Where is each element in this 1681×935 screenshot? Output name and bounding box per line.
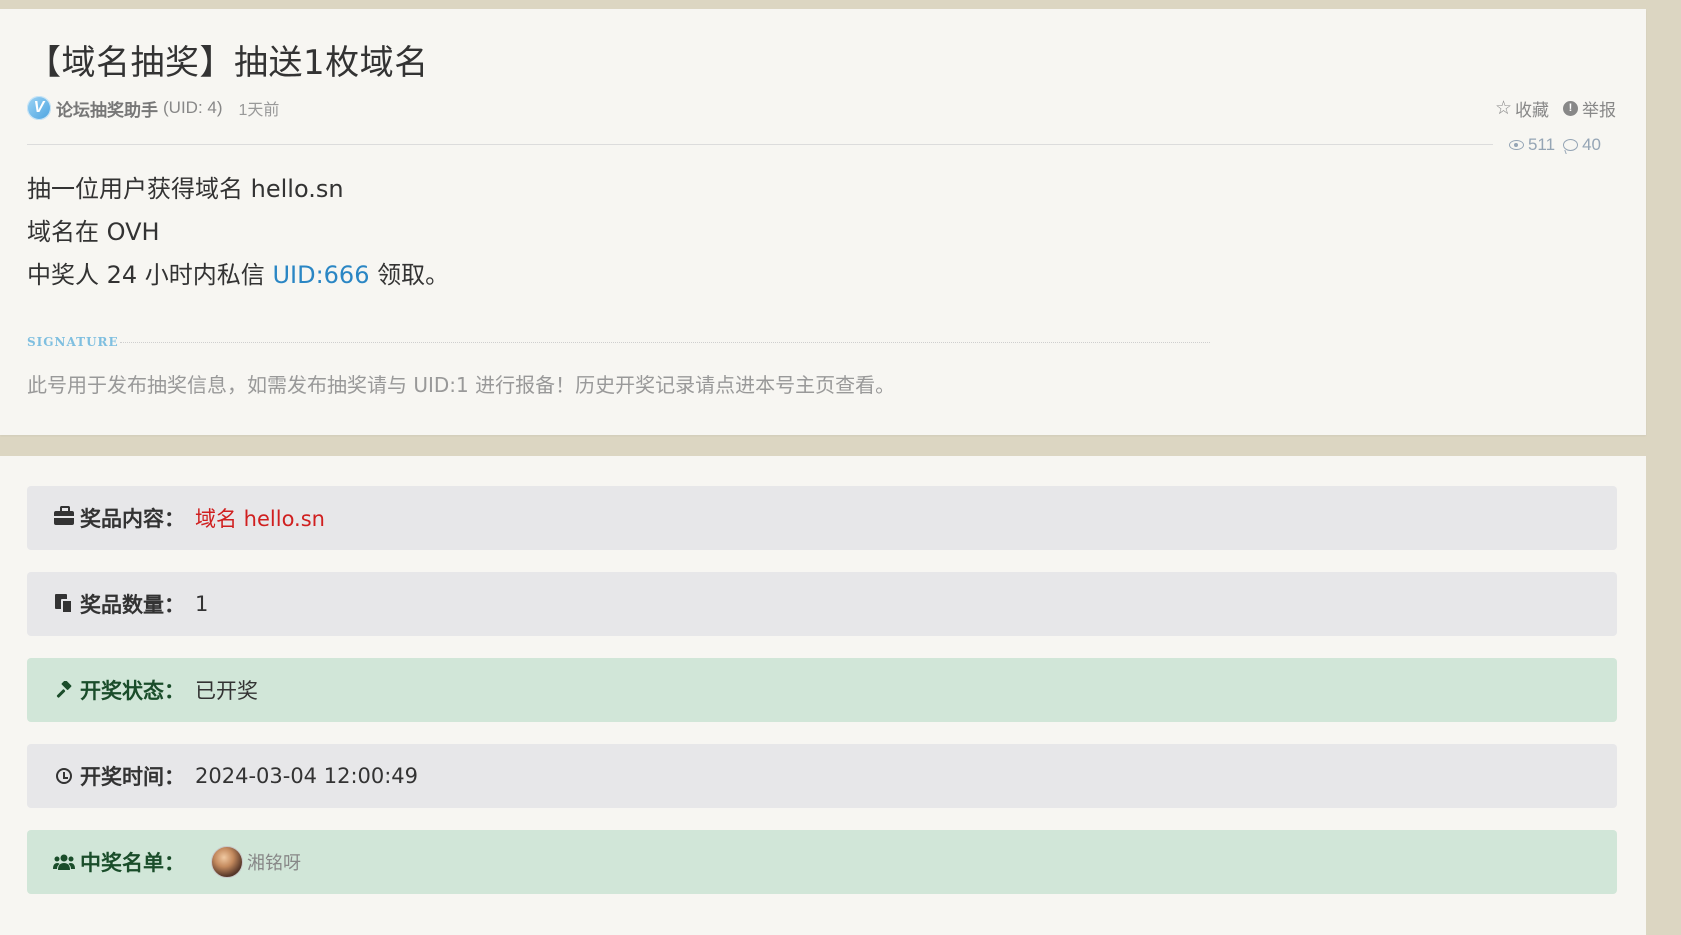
post-time: 1天前: [238, 102, 280, 119]
report-label: 举报: [1582, 100, 1616, 120]
post-body-line-2: 域名在 OVH: [27, 218, 160, 246]
post-body-line-1: 抽一位用户获得域名 hello.sn: [27, 175, 344, 203]
body-line-3-prefix: 中奖人 24 小时内私信: [27, 261, 273, 289]
header-divider: [27, 144, 1500, 145]
clock-icon: [53, 768, 75, 784]
favorite-button[interactable]: ☆ 收藏: [1495, 96, 1549, 121]
views-value: 511: [1527, 135, 1556, 154]
comments-count: 40: [1563, 135, 1601, 155]
draw-time-row: 开奖时间： 2024-03-04 12:00:49: [27, 744, 1617, 808]
post-actions: ☆ 收藏 ! 举报: [1481, 96, 1616, 120]
author-name-link[interactable]: 论坛抽奖助手: [56, 96, 158, 121]
post-meta: V 论坛抽奖助手 (UID: 4) 1天前: [27, 96, 279, 120]
comment-icon: [1563, 139, 1579, 151]
winners-label: 中奖名单：: [80, 851, 185, 875]
signature-divider: [120, 342, 1210, 343]
author-uid: (UID: 4): [163, 98, 223, 117]
prize-value: 域名 hello.sn: [195, 507, 325, 531]
star-outline-icon: ☆: [1494, 97, 1512, 119]
quantity-row: 奖品数量： 1: [27, 572, 1617, 636]
status-value: 已开奖: [195, 679, 258, 703]
briefcase-icon: [53, 506, 75, 525]
copy-icon: [53, 594, 75, 614]
post-card: 【域名抽奖】抽送1枚域名 V 论坛抽奖助手 (UID: 4) 1天前 ☆ 收藏 …: [0, 9, 1646, 435]
status-row: 开奖状态： 已开奖: [27, 658, 1617, 722]
signature-text: 此号用于发布抽奖信息，如需发布抽奖请与 UID:1 进行报备！历史开奖记录请点进…: [27, 373, 896, 397]
users-icon: [53, 853, 75, 871]
post-body-line-3: 中奖人 24 小时内私信 UID:666 领取。: [27, 255, 449, 290]
quantity-label: 奖品数量：: [80, 593, 185, 617]
comments-value: 40: [1582, 135, 1601, 154]
eye-icon: [1508, 140, 1524, 150]
prize-row: 奖品内容： 域名 hello.sn: [27, 486, 1617, 550]
draw-time-value: 2024-03-04 12:00:49: [195, 764, 419, 788]
post-title: 【域名抽奖】抽送1枚域名: [27, 43, 429, 83]
verified-badge-icon: V: [27, 96, 51, 120]
signature-label: SIGNATURE: [27, 335, 119, 349]
favorite-label: 收藏: [1515, 100, 1549, 120]
views-count: 511: [1508, 135, 1556, 155]
quantity-value: 1: [195, 592, 209, 616]
prize-label: 奖品内容：: [80, 507, 185, 531]
gavel-icon: [53, 680, 75, 700]
report-button[interactable]: ! 举报: [1563, 96, 1616, 121]
status-label: 开奖状态：: [80, 679, 185, 703]
exclamation-circle-icon: !: [1563, 100, 1578, 116]
post-stats: 511 40: [1492, 133, 1609, 157]
uid-666-link[interactable]: UID:666: [272, 261, 369, 289]
winner-avatar[interactable]: [211, 846, 243, 878]
winner-name-link[interactable]: 湘铭呀: [247, 849, 301, 875]
draw-time-label: 开奖时间：: [80, 765, 185, 789]
body-line-3-suffix: 领取。: [369, 261, 450, 289]
winners-row: 中奖名单： 湘铭呀: [27, 830, 1617, 894]
